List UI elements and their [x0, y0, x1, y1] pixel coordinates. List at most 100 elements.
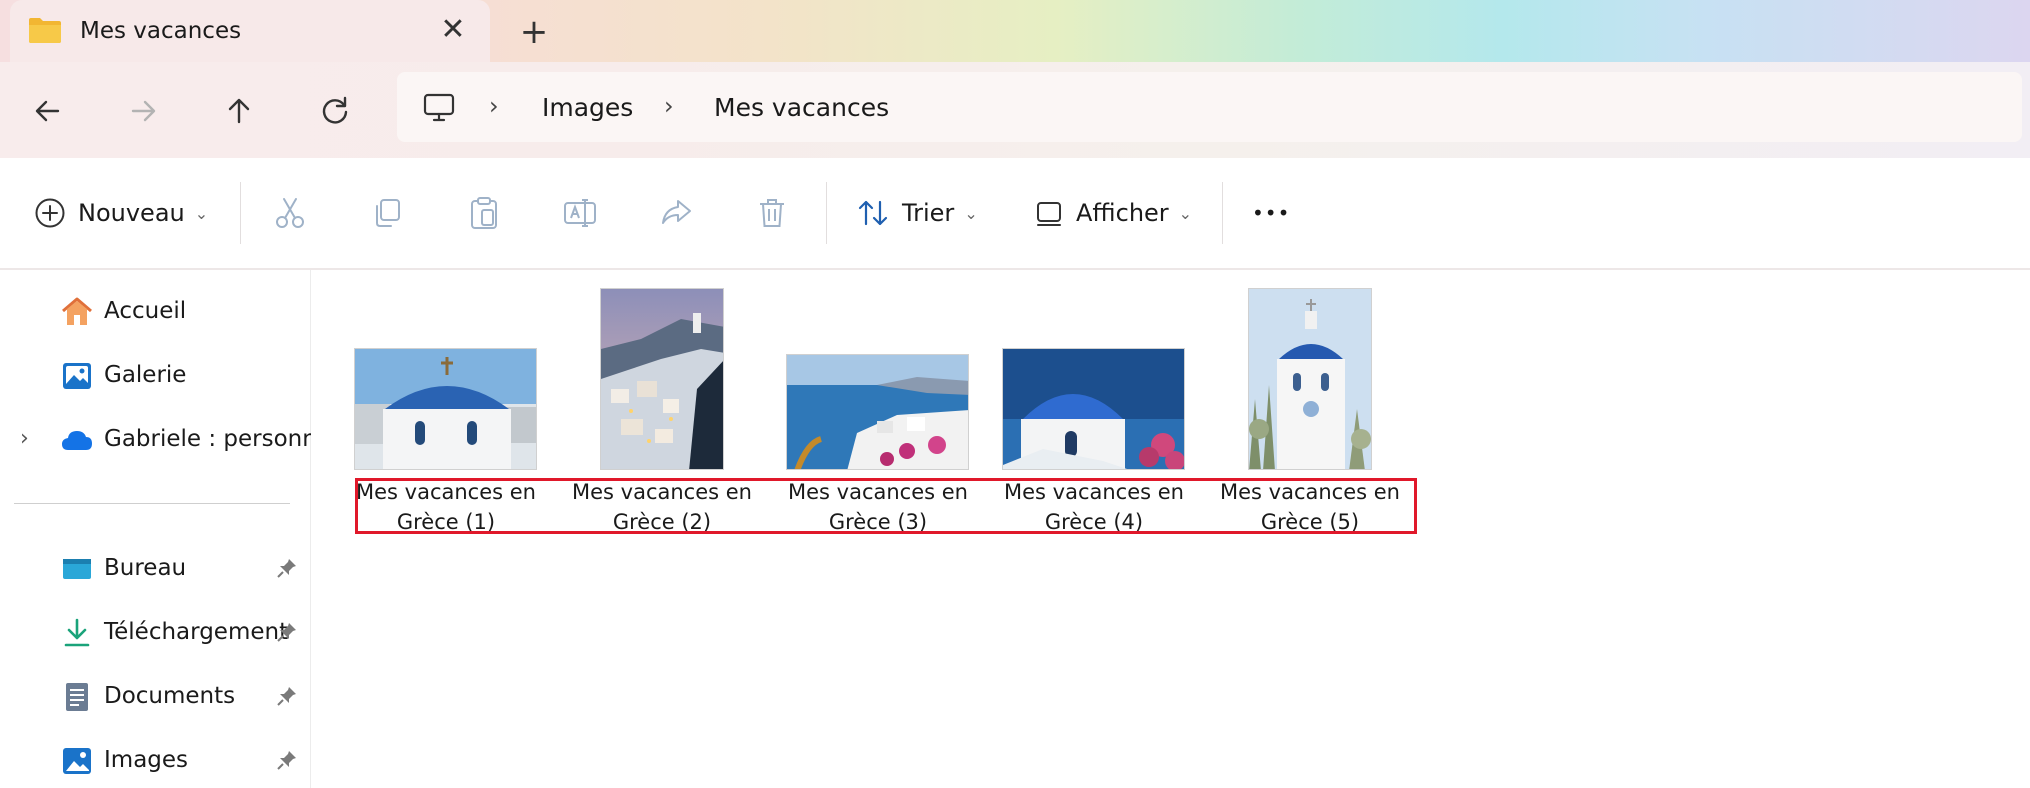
expand-chevron-icon[interactable]: › [20, 426, 29, 451]
breadcrumb-chevron[interactable]: › [664, 92, 674, 120]
sidebar-item-bureau[interactable]: Bureau [0, 543, 310, 593]
image-thumbnail [1002, 348, 1185, 470]
rename-button[interactable] [562, 158, 598, 268]
scissors-icon [276, 198, 304, 228]
trash-icon [760, 199, 784, 227]
delete-button[interactable] [754, 158, 790, 268]
refresh-button[interactable] [311, 87, 359, 135]
pin-icon[interactable] [276, 621, 298, 643]
navigation-pane: Accueil Galerie › Gabriele : personne Bu… [0, 270, 331, 788]
arrow-right-icon [131, 100, 156, 122]
file-name-line: Mes vacances en [356, 480, 536, 504]
sidebar-item-label: Galerie [104, 362, 187, 388]
breadcrumb-chevron[interactable]: › [489, 92, 499, 120]
arrow-left-icon [35, 100, 60, 122]
file-name-line: Grèce (2) [612, 510, 712, 534]
file-name-line: Grèce (3) [828, 510, 928, 534]
file-name-line: Mes vacances en [788, 480, 968, 504]
file-item[interactable]: Mes vacances en Grèce (1) [341, 270, 551, 540]
file-item[interactable]: Mes vacances en Grèce (5) [1205, 270, 1415, 540]
forward-button[interactable] [119, 87, 167, 135]
view-button[interactable]: Afficher ⌄ [1034, 158, 1192, 268]
arrow-up-icon [228, 98, 250, 124]
paste-button[interactable] [466, 158, 502, 268]
more-options-button[interactable]: ••• [1252, 158, 1290, 268]
desktop-icon [63, 559, 91, 579]
file-item[interactable]: Mes vacances en Grèce (3) [773, 270, 983, 540]
file-name[interactable]: Mes vacances en Grèce (4) [989, 477, 1199, 537]
clipboard-icon [471, 197, 497, 229]
folder-icon [29, 18, 61, 43]
images-icon [63, 748, 91, 774]
documents-icon [66, 683, 88, 711]
file-name[interactable]: Mes vacances en Grèce (1) [341, 477, 551, 537]
image-thumbnail [786, 354, 969, 470]
sort-button[interactable]: Trier ⌄ [856, 158, 978, 268]
sidebar-item-label: Gabriele : personne [104, 426, 331, 452]
sidebar-item-label: Images [104, 747, 189, 773]
this-pc-icon[interactable] [422, 93, 456, 123]
file-name-line: Grèce (1) [396, 510, 496, 534]
add-circle-icon [35, 198, 65, 228]
divider [826, 182, 827, 244]
sidebar-item-telechargement[interactable]: Téléchargement [0, 607, 310, 657]
file-name-line: Mes vacances en [572, 480, 752, 504]
download-icon [64, 618, 90, 647]
command-bar: Nouveau ⌄ Trier ⌄ Afficher ⌄ ••• [0, 158, 2030, 270]
close-tab-button[interactable]: ✕ [435, 12, 471, 48]
view-button-label: Afficher [1076, 199, 1169, 227]
tab-strip: Mes vacances ✕ + [0, 0, 2030, 62]
image-thumbnail [1248, 288, 1372, 470]
cut-button[interactable] [272, 158, 308, 268]
breadcrumb-mes-vacances[interactable]: Mes vacances [714, 93, 889, 122]
file-name[interactable]: Mes vacances en Grèce (2) [557, 477, 767, 537]
home-icon [62, 297, 92, 325]
copy-icon [376, 199, 400, 227]
divider [240, 182, 241, 244]
divider [1222, 182, 1223, 244]
copy-button[interactable] [369, 158, 405, 268]
sort-icon [858, 200, 888, 226]
up-button[interactable] [215, 87, 263, 135]
sidebar-divider [14, 503, 290, 504]
new-button-label: Nouveau [78, 199, 185, 227]
back-button[interactable] [24, 87, 72, 135]
sidebar-item-documents[interactable]: Documents [0, 671, 310, 721]
file-item[interactable]: Mes vacances en Grèce (4) [989, 270, 1199, 540]
address-bar[interactable]: › Images › Mes vacances [397, 72, 2022, 142]
share-icon [662, 200, 691, 224]
new-button[interactable]: Nouveau ⌄ [34, 158, 208, 268]
sidebar-item-label: Bureau [104, 555, 187, 581]
sidebar-item-label: Téléchargement [104, 619, 289, 645]
view-icon [1037, 202, 1061, 226]
image-thumbnail [354, 348, 537, 470]
tab-title: Mes vacances [80, 18, 242, 44]
breadcrumb-images[interactable]: Images [542, 93, 633, 122]
share-button[interactable] [658, 158, 694, 268]
sidebar-item-onedrive[interactable]: › Gabriele : personne [0, 414, 331, 464]
file-name[interactable]: Mes vacances en Grèce (5) [1205, 477, 1415, 537]
pin-icon[interactable] [276, 685, 298, 707]
pin-icon[interactable] [276, 557, 298, 579]
file-list: Mes vacances en Grèce (1) Mes vacances e… [311, 270, 2030, 788]
pin-icon[interactable] [276, 749, 298, 771]
chevron-down-icon: ⌄ [1178, 203, 1193, 223]
file-name[interactable]: Mes vacances en Grèce (3) [773, 477, 983, 537]
file-name-line: Grèce (4) [1044, 510, 1144, 534]
sort-button-label: Trier [902, 199, 955, 227]
file-name-line: Grèce (5) [1260, 510, 1360, 534]
sidebar-item-galerie[interactable]: Galerie [0, 350, 310, 400]
tab-mes-vacances[interactable]: Mes vacances ✕ [10, 0, 490, 62]
refresh-icon [322, 96, 348, 124]
file-item[interactable]: Mes vacances en Grèce (2) [557, 270, 767, 540]
gallery-icon [63, 363, 91, 389]
sidebar-item-label: Accueil [104, 298, 187, 324]
sidebar-item-accueil[interactable]: Accueil [0, 286, 310, 336]
rename-icon [564, 199, 596, 227]
chevron-down-icon: ⌄ [964, 203, 978, 223]
new-tab-button[interactable]: + [512, 12, 556, 52]
more-icon: ••• [1252, 201, 1291, 225]
image-thumbnail [600, 288, 724, 470]
sidebar-item-images[interactable]: Images [0, 735, 310, 785]
file-name-line: Mes vacances en [1220, 480, 1400, 504]
